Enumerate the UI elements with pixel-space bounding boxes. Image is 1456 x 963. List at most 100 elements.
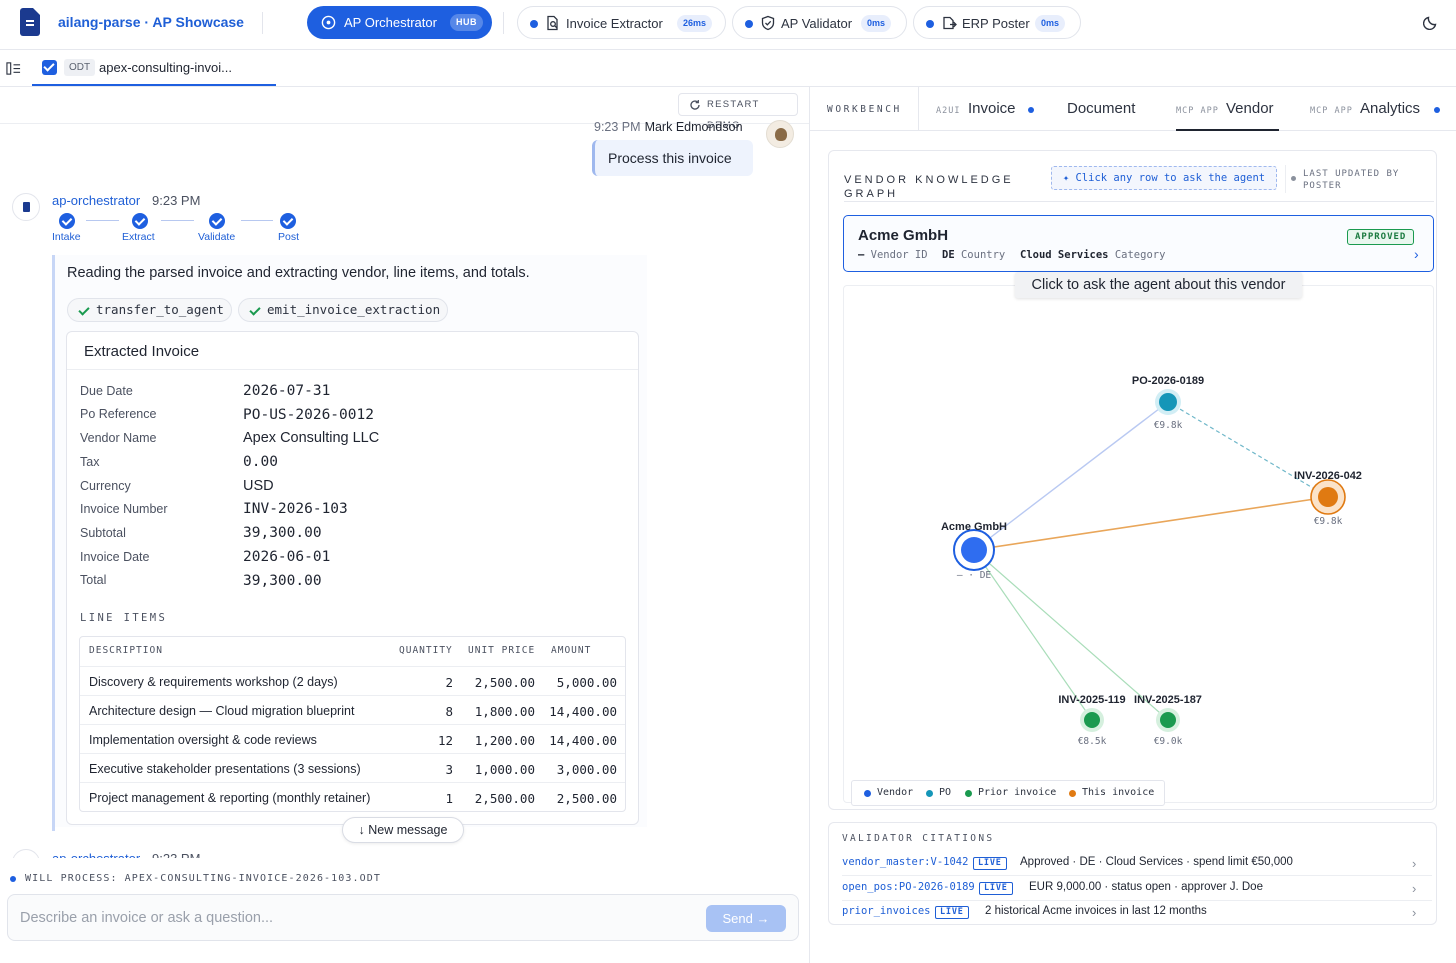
agent-pill-invoice-extractor[interactable]: Invoice Extractor 26ms [517, 6, 726, 39]
step-label-extract: Extract [122, 231, 155, 243]
sidebar-toggle-icon[interactable] [6, 61, 21, 76]
hub-badge: HUB [450, 14, 483, 31]
cell-quantity: 1 [445, 791, 453, 806]
file-checkbox[interactable] [42, 60, 57, 75]
column-header: AMOUNT [551, 645, 592, 656]
vendor-card[interactable]: Acme GmbH APPROVED — Vendor ID DE Countr… [843, 215, 1434, 272]
node-sublabel: €9.8k [1314, 516, 1343, 527]
status-dot [926, 20, 934, 28]
table-row: Project management & reporting (monthly … [80, 782, 625, 811]
graph-legend: Vendor PO Prior invoice This invoice [851, 780, 1165, 806]
message-time: 9:23 PM [594, 120, 641, 134]
citation-key: prior_invoices [842, 905, 931, 917]
field-label: Invoice Number [80, 502, 168, 516]
field-value: 2026-06-01 [243, 549, 331, 565]
tab-analytics[interactable]: MCP APP Analytics [1310, 87, 1445, 131]
node-dot [1318, 487, 1338, 507]
node-sublabel: €9.0k [1154, 736, 1183, 747]
tab-label: Analytics [1360, 100, 1421, 117]
bot-message-text: Reading the parsed invoice and extractin… [67, 265, 530, 281]
citation-row[interactable]: vendor_master:V-1042 LIVE Approved · DE … [842, 852, 1432, 877]
card-title: Extracted Invoice [84, 343, 200, 360]
tab-document[interactable]: Document [1067, 87, 1147, 131]
network-icon [321, 15, 336, 30]
user-avatar [766, 120, 794, 148]
legend-item: This invoice [1069, 787, 1154, 798]
message-input[interactable] [20, 908, 660, 928]
agent-pill-ap-validator[interactable]: AP Validator 0ms [732, 6, 907, 39]
divider [67, 369, 638, 370]
legend-item: Prior invoice [965, 787, 1056, 798]
field-label: Currency [80, 479, 131, 493]
citation-row[interactable]: open_pos:PO-2026-0189 LIVE EUR 9,000.00 … [842, 877, 1432, 902]
agent-pill-erp-poster[interactable]: ERP Poster 0ms [913, 6, 1081, 39]
new-message-button[interactable]: ↓ New message [342, 817, 464, 843]
column-header: DESCRIPTION [89, 645, 163, 656]
bot-author[interactable]: ap-orchestrator [52, 193, 140, 208]
ask-agent-hint[interactable]: ✦ Click any row to ask the agent [1051, 166, 1277, 190]
step-check-icon [132, 213, 148, 229]
node-dot [1084, 712, 1100, 728]
field-value: 39,300.00 [243, 525, 322, 541]
tool-call-chip[interactable]: transfer_to_agent [67, 298, 232, 322]
tab-invoice[interactable]: A2UI Invoice [936, 87, 1046, 131]
shield-check-icon [761, 15, 775, 31]
workbench-tabs: WORKBENCH A2UI Invoice Document MCP APP … [810, 87, 1456, 131]
graph-canvas: Acme GmbH — · DE PO-2026-0189 €9.8k INV-… [941, 375, 1362, 747]
legend-label: This invoice [1082, 787, 1155, 798]
chevron-right-icon: › [1412, 881, 1417, 896]
line-items-title: LINE ITEMS [80, 612, 168, 624]
divider [262, 12, 263, 34]
table-row: Executive stakeholder presentations (3 s… [80, 753, 625, 782]
graph-node-prior-invoice[interactable]: INV-2025-119 €8.5k [1058, 694, 1125, 747]
graph-node-po[interactable]: PO-2026-0189 €9.8k [1132, 375, 1204, 431]
node-sublabel: €8.5k [1078, 736, 1107, 747]
restart-demo-button[interactable]: RESTART DEMO [678, 93, 798, 131]
field-value: 2026-07-31 [243, 383, 331, 399]
column-header: QUANTITY [399, 645, 453, 656]
table-row: Implementation oversight & code reviews … [80, 724, 625, 753]
file-type-badge: ODT [64, 59, 96, 76]
send-button[interactable]: Send → [706, 905, 786, 932]
user-message-bubble: Process this invoice [592, 140, 753, 176]
message-time: 9:23 PM [152, 193, 201, 208]
vendor-id-value: — [858, 249, 865, 261]
cell-description: Executive stakeholder presentations (3 s… [89, 762, 361, 776]
graph-node-this-invoice[interactable]: INV-2026-042 €9.8k [1294, 470, 1362, 527]
hub-agent-button[interactable]: AP Orchestrator HUB [307, 6, 492, 39]
field-label: Po Reference [80, 407, 157, 421]
workbench-pane: WORKBENCH A2UI Invoice Document MCP APP … [810, 87, 1456, 963]
legend-swatch [926, 790, 933, 797]
last-updated-status: LAST UPDATED BY POSTER [1285, 165, 1434, 193]
cell-amount: 2,500.00 [556, 791, 617, 806]
step-connector [86, 220, 119, 221]
node-label: INV-2025-187 [1134, 694, 1202, 706]
graph-node-vendor[interactable]: Acme GmbH — · DE [941, 521, 1007, 581]
node-dot [1159, 393, 1177, 411]
citation-row[interactable]: prior_invoices LIVE 2 historical Acme in… [842, 901, 1432, 926]
graph-node-prior-invoice[interactable]: INV-2025-187 €9.0k [1134, 694, 1202, 747]
category-value: Cloud Services [1020, 249, 1109, 261]
moon-icon[interactable] [1423, 14, 1439, 30]
cell-amount: 3,000.00 [556, 762, 617, 777]
field-label: Invoice Date [80, 550, 150, 564]
field-value: Apex Consulting LLC [243, 430, 380, 446]
node-dot [1160, 712, 1176, 728]
latency-badge: 26ms [677, 15, 713, 32]
app-brand[interactable]: ailang-parse · AP Showcase [58, 14, 244, 30]
legend-item: PO [926, 787, 951, 798]
tool-call-chip[interactable]: emit_invoice_extraction [238, 298, 448, 322]
extracted-invoice-card: Extracted Invoice Due Date 2026-07-31 Po… [66, 331, 639, 825]
field-value: PO-US-2026-0012 [243, 407, 374, 423]
cell-unit-price: 1,000.00 [474, 762, 535, 777]
cell-description: Implementation oversight & code reviews [89, 733, 317, 747]
field-label: Due Date [80, 384, 133, 398]
table-row: Architecture design — Cloud migration bl… [80, 695, 625, 724]
tab-vendor[interactable]: MCP APP Vendor [1176, 87, 1279, 131]
cell-unit-price: 1,200.00 [474, 733, 535, 748]
step-connector [161, 220, 194, 221]
legend-label: PO [939, 787, 952, 798]
file-tab[interactable]: ODT apex-consulting-invoi... [32, 50, 276, 86]
category-label: Category [1114, 249, 1166, 261]
message-composer: Send → [7, 894, 799, 941]
